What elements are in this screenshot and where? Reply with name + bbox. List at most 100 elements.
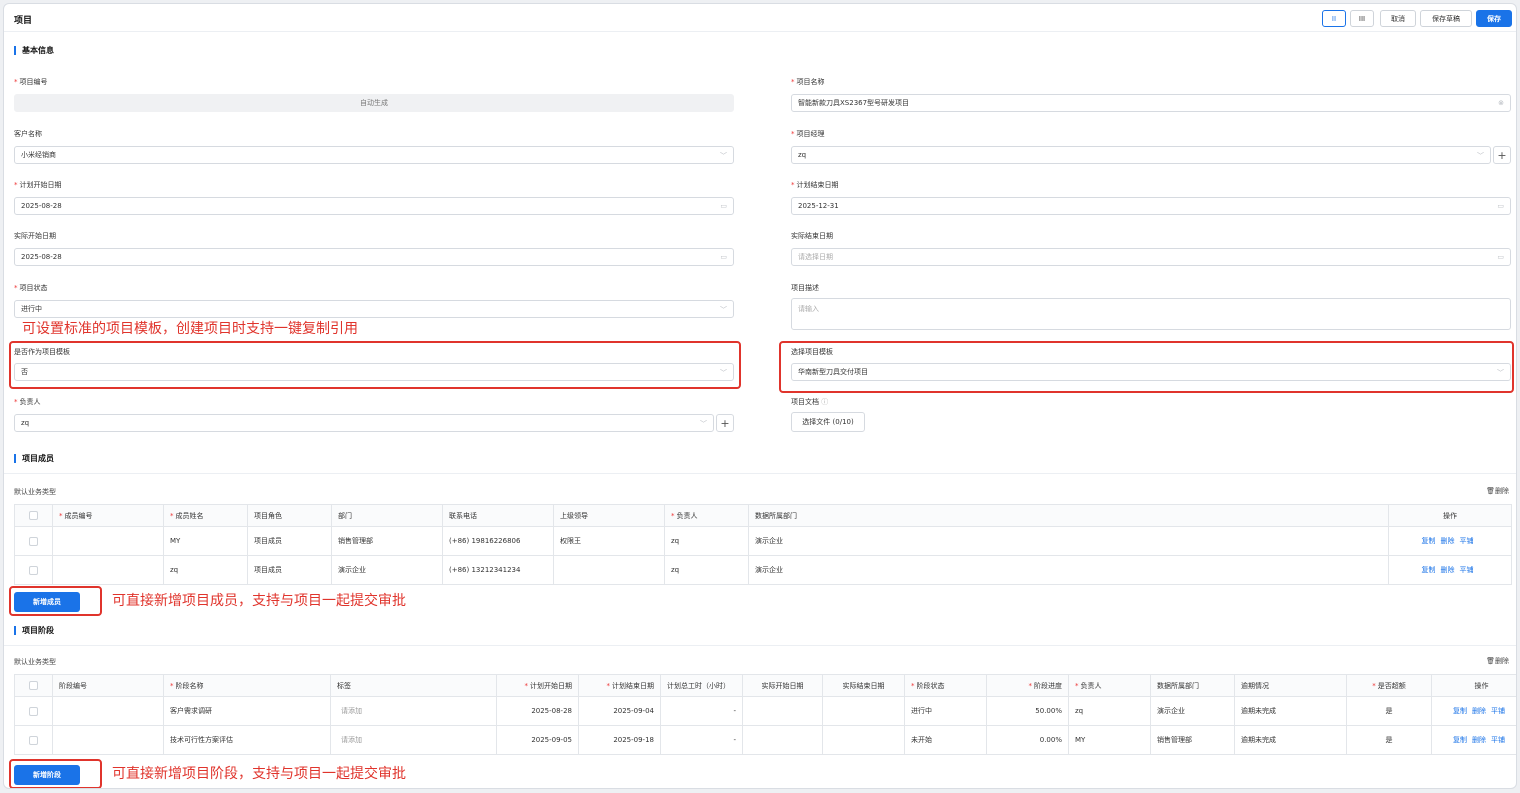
manager-select[interactable]: zq ﹀ bbox=[791, 146, 1491, 164]
plan-end-date-input[interactable]: 2025-12-31 ▭ bbox=[791, 197, 1511, 215]
stages-divider bbox=[4, 645, 1516, 646]
is-template-select[interactable]: 否 ﹀ bbox=[14, 363, 734, 381]
project-form-panel: 项目 II III 取消 保存草稿 保存 基本信息 * 项目编号 自动生成 * 项目… bbox=[3, 3, 1517, 789]
row-checkbox[interactable] bbox=[29, 565, 38, 575]
col-tag: 标签 bbox=[330, 674, 497, 697]
flat-link[interactable]: 平铺 bbox=[1491, 736, 1505, 744]
col-actions: 操作 bbox=[1388, 504, 1512, 527]
add-stage-button[interactable]: 新增阶段 bbox=[14, 765, 80, 785]
members-annotation: 可直接新增项目成员，支持与项目一起提交审批 bbox=[112, 593, 406, 609]
manager-label: * 项目经理 bbox=[791, 130, 825, 138]
flat-link[interactable]: 平铺 bbox=[1460, 566, 1474, 574]
col-stage-owner: * 负责人 bbox=[1068, 674, 1151, 697]
chevron-down-icon: ﹀ bbox=[720, 369, 727, 377]
add-tag-link[interactable]: 请添加 bbox=[330, 725, 497, 755]
save-draft-button[interactable]: 保存草稿 bbox=[1420, 10, 1472, 27]
col-member-name: * 成员姓名 bbox=[163, 504, 248, 527]
page-title: 项目 bbox=[14, 16, 33, 26]
actual-end-label: 实际结束日期 bbox=[791, 232, 833, 240]
add-manager-button[interactable]: + bbox=[1493, 146, 1511, 164]
description-label: 项目描述 bbox=[791, 284, 819, 292]
col-hours: 计划总工时（小时） bbox=[660, 674, 743, 697]
add-member-button[interactable]: 新增成员 bbox=[14, 592, 80, 612]
stages-section-title: 项目阶段 bbox=[14, 626, 54, 635]
help-icon: ⓘ bbox=[821, 398, 829, 406]
select-all-checkbox[interactable] bbox=[29, 681, 38, 690]
col-act-start: 实际开始日期 bbox=[742, 674, 823, 697]
col-dept: 部门 bbox=[331, 504, 443, 527]
select-all-checkbox[interactable] bbox=[29, 511, 38, 520]
stages-annotation: 可直接新增项目阶段，支持与项目一起提交审批 bbox=[112, 766, 406, 782]
col-stage-data-dept: 数据所属部门 bbox=[1150, 674, 1235, 697]
actual-end-date-input[interactable]: 请选择日期 ▭ bbox=[791, 248, 1511, 266]
members-biz-type: 默认业务类型 bbox=[14, 488, 56, 496]
clear-icon[interactable]: ⊗ bbox=[1498, 99, 1504, 107]
row-checkbox[interactable] bbox=[29, 706, 38, 716]
col-phone: 联系电话 bbox=[442, 504, 554, 527]
flat-link[interactable]: 平铺 bbox=[1491, 707, 1505, 715]
add-owner-button[interactable]: + bbox=[716, 414, 734, 432]
plan-end-label: * 计划结束日期 bbox=[791, 181, 839, 189]
calendar-icon: ▭ bbox=[720, 202, 727, 210]
project-name-label: * 项目名称 bbox=[791, 78, 825, 86]
docs-label: 项目文档 ⓘ bbox=[791, 398, 829, 406]
stages-batch-delete[interactable]: 🗑删除 bbox=[1486, 656, 1509, 666]
actual-start-label: 实际开始日期 bbox=[14, 232, 56, 240]
col-act-end: 实际结束日期 bbox=[822, 674, 905, 697]
col-role: 项目角色 bbox=[247, 504, 332, 527]
members-batch-delete[interactable]: 🗑删除 bbox=[1486, 486, 1509, 496]
save-button[interactable]: 保存 bbox=[1476, 10, 1512, 27]
three-column-view-button[interactable]: III bbox=[1350, 10, 1374, 27]
delete-link[interactable]: 删除 bbox=[1472, 707, 1486, 715]
owner-select[interactable]: zq ﹀ bbox=[14, 414, 714, 432]
basic-info-section-title: 基本信息 bbox=[14, 46, 54, 55]
customer-label: 客户名称 bbox=[14, 130, 42, 138]
status-select[interactable]: 进行中 ﹀ bbox=[14, 300, 734, 318]
table-row: 技术可行性方案评估 请添加 2025-09-05 2025-09-18 - 未开… bbox=[14, 725, 1516, 755]
calendar-icon: ▭ bbox=[1497, 202, 1504, 210]
col-leader: 上级领导 bbox=[553, 504, 665, 527]
stages-biz-type: 默认业务类型 bbox=[14, 658, 56, 666]
row-checkbox[interactable] bbox=[29, 536, 38, 546]
plan-start-label: * 计划开始日期 bbox=[14, 181, 62, 189]
add-tag-link[interactable]: 请添加 bbox=[330, 696, 497, 726]
chevron-down-icon: ﹀ bbox=[1477, 152, 1484, 160]
col-stage-actions: 操作 bbox=[1431, 674, 1516, 697]
calendar-icon: ▭ bbox=[720, 253, 727, 261]
delete-link[interactable]: 删除 bbox=[1441, 537, 1455, 545]
is-template-label: 是否作为项目模板 bbox=[14, 348, 70, 356]
members-header-row: * 成员编号 * 成员姓名 项目角色 部门 联系电话 上级领导 * 负责人 数据所属部… bbox=[14, 504, 1512, 527]
stages-header-row: 阶段编号 * 阶段名称 标签 * 计划开始日期 * 计划结束日期 计划总工时（小时） … bbox=[14, 674, 1516, 697]
calendar-icon: ▭ bbox=[1497, 253, 1504, 261]
col-member-no: * 成员编号 bbox=[52, 504, 164, 527]
table-row: zq 项目成员 演示企业 (+86) 13212341234 zq 演示企业 复… bbox=[14, 555, 1512, 585]
col-overdue: 逾期情况 bbox=[1234, 674, 1347, 697]
two-column-view-button[interactable]: II bbox=[1322, 10, 1346, 27]
project-no-label: * 项目编号 bbox=[14, 78, 48, 86]
members-divider bbox=[4, 473, 1516, 474]
col-plan-end: * 计划结束日期 bbox=[578, 674, 661, 697]
project-no-field: 自动生成 bbox=[14, 94, 734, 112]
copy-link[interactable]: 复制 bbox=[1453, 707, 1467, 715]
copy-link[interactable]: 复制 bbox=[1422, 566, 1436, 574]
col-stage-no: 阶段编号 bbox=[52, 674, 164, 697]
row-checkbox[interactable] bbox=[29, 735, 38, 745]
delete-link[interactable]: 删除 bbox=[1441, 566, 1455, 574]
project-name-input[interactable]: 智能新款刀具XS2367型号研发项目 ⊗ bbox=[791, 94, 1511, 112]
customer-select[interactable]: 小米经销商 ﹀ bbox=[14, 146, 734, 164]
stages-table: 阶段编号 * 阶段名称 标签 * 计划开始日期 * 计划结束日期 计划总工时（小时） … bbox=[14, 674, 1516, 755]
actual-start-date-input[interactable]: 2025-08-28 ▭ bbox=[14, 248, 734, 266]
copy-link[interactable]: 复制 bbox=[1453, 736, 1467, 744]
flat-link[interactable]: 平铺 bbox=[1460, 537, 1474, 545]
plan-start-date-input[interactable]: 2025-08-28 ▭ bbox=[14, 197, 734, 215]
copy-link[interactable]: 复制 bbox=[1422, 537, 1436, 545]
select-template-select[interactable]: 华南新型刀具交付项目 ﹀ bbox=[791, 363, 1511, 381]
chevron-down-icon: ﹀ bbox=[720, 306, 727, 314]
delete-link[interactable]: 删除 bbox=[1472, 736, 1486, 744]
cancel-button[interactable]: 取消 bbox=[1380, 10, 1416, 27]
description-textarea[interactable]: 请输入 bbox=[791, 298, 1511, 330]
col-data-dept: 数据所属部门 bbox=[748, 504, 1389, 527]
owner-label: * 负责人 bbox=[14, 398, 41, 406]
col-plan-start: * 计划开始日期 bbox=[496, 674, 579, 697]
select-file-button[interactable]: 选择文件 (0/10) bbox=[791, 412, 865, 432]
